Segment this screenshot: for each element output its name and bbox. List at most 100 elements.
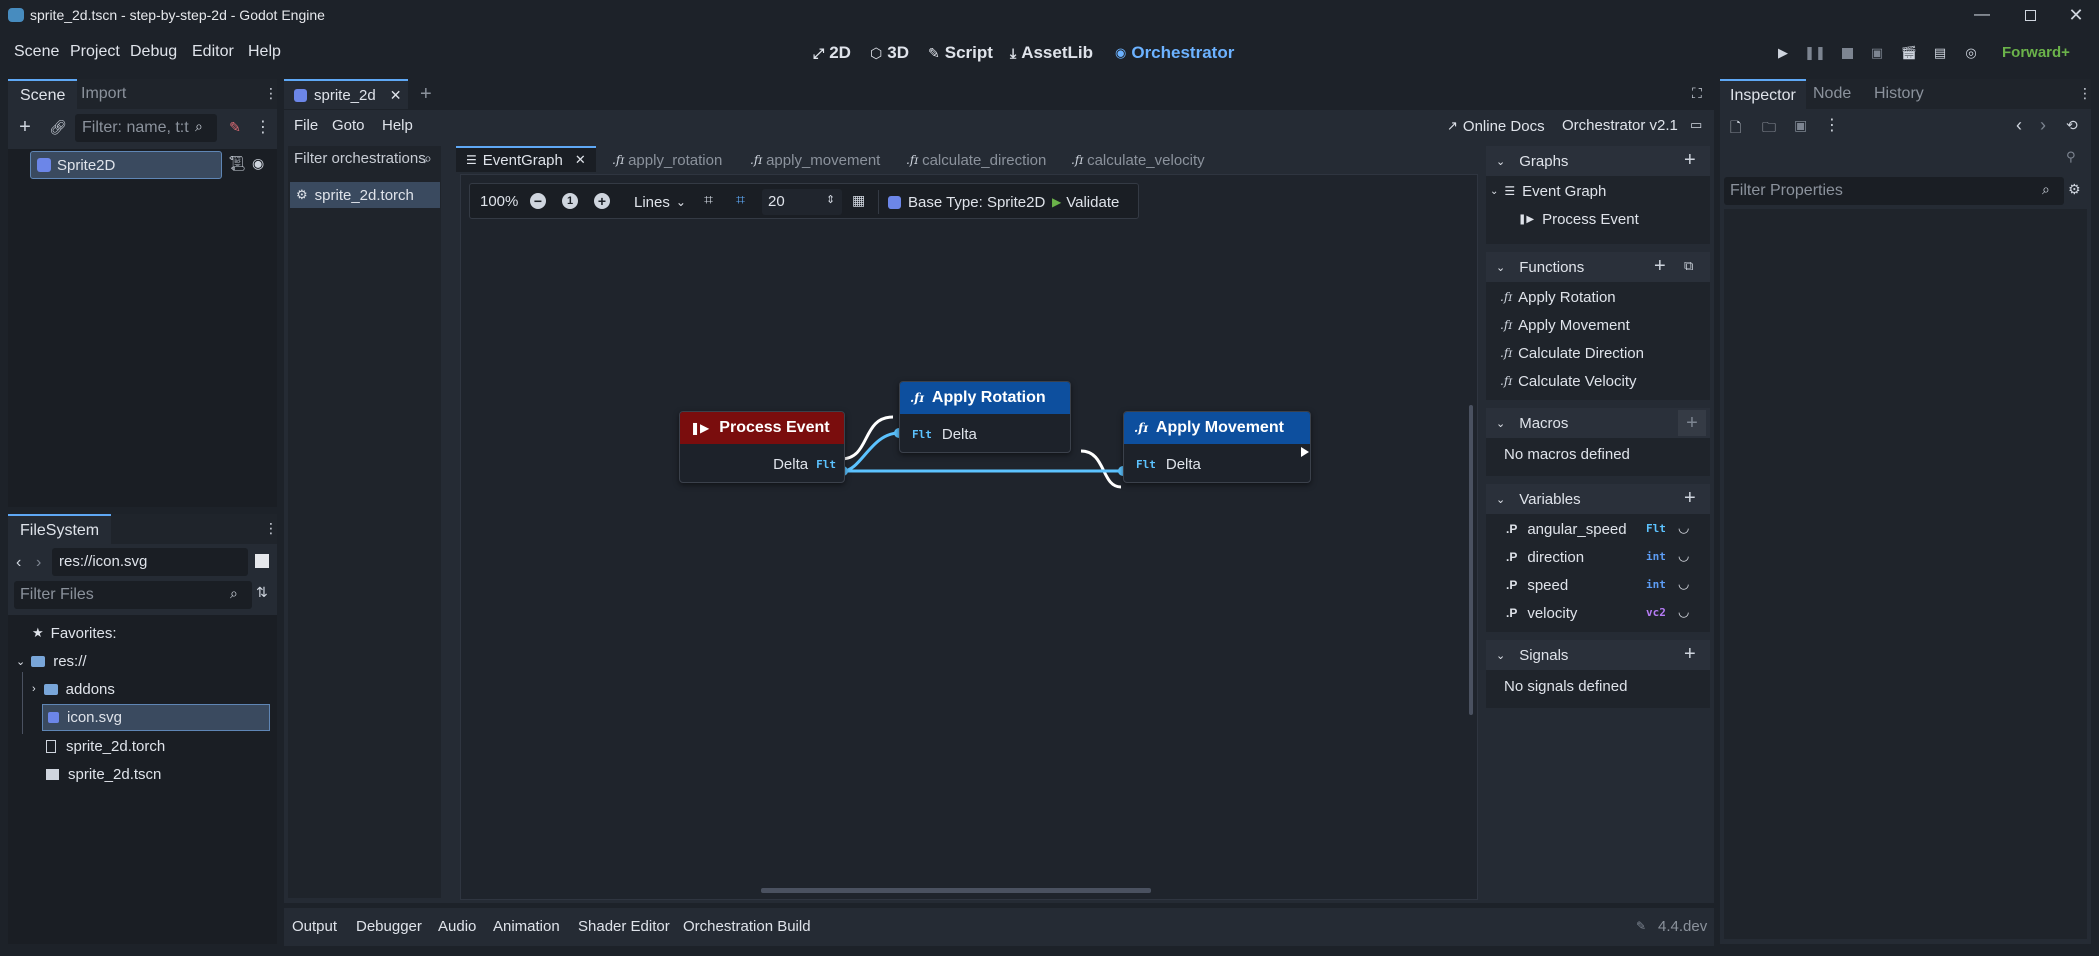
- open-folder-icon[interactable]: 🗀︎: [1762, 117, 1776, 141]
- more-options-icon[interactable]: ⋮: [1824, 115, 1840, 135]
- tab-apply-movement[interactable]: .fɪ apply_movement: [750, 150, 880, 170]
- filter-properties-input[interactable]: Filter Properties ⌕: [1724, 177, 2064, 205]
- tab-filesystem[interactable]: FileSystem: [8, 514, 112, 544]
- signals-header[interactable]: ⌄ Signals: [1486, 640, 1710, 670]
- script-attach-icon[interactable]: ✎: [224, 116, 246, 138]
- node-apply-movement[interactable]: .fɪ Apply Movement Flt Delta: [1123, 411, 1311, 483]
- link-icon[interactable]: 🔗︎: [47, 116, 69, 138]
- menu-scene[interactable]: Scene: [14, 43, 59, 61]
- workspace-3d-button[interactable]: ⬡ 3D: [870, 41, 909, 65]
- menu-project[interactable]: Project: [70, 43, 120, 61]
- path-field[interactable]: res://icon.svg: [52, 548, 248, 576]
- close-tab-icon[interactable]: ✕: [575, 152, 586, 168]
- inspector-menu-icon[interactable]: ⋮: [2078, 85, 2092, 102]
- tab-apply-rotation[interactable]: .fɪ apply_rotation: [612, 150, 722, 170]
- workspace-script-button[interactable]: ✎ Script: [928, 41, 993, 65]
- distraction-free-icon[interactable]: ⛶: [1692, 85, 1702, 102]
- orch-menu-goto[interactable]: Goto: [332, 117, 365, 134]
- node-apply-rotation[interactable]: .fɪ Apply Rotation Flt Delta: [899, 381, 1071, 453]
- movie-maker-icon[interactable]: ◎: [1961, 43, 1981, 63]
- tree-node-sprite2d[interactable]: Sprite2D: [30, 151, 222, 179]
- res-root-item[interactable]: ⌄ res://: [16, 649, 87, 673]
- filter-orchestrations-input[interactable]: Filter orchestrations ⌕: [288, 146, 441, 172]
- tab-history[interactable]: History: [1874, 85, 1924, 103]
- toggle-panel-icon[interactable]: ▭: [1690, 117, 1702, 133]
- workspace-assetlib-button[interactable]: ⤓ AssetLib: [1010, 41, 1093, 65]
- tab-calculate-direction[interactable]: .fɪ calculate_direction: [906, 150, 1046, 170]
- add-macro-button[interactable]: +: [1678, 410, 1706, 436]
- play-icon[interactable]: ▶: [1773, 43, 1793, 63]
- add-variable-button[interactable]: +: [1684, 487, 1696, 510]
- tab-scene[interactable]: Scene: [8, 79, 78, 109]
- bottom-tab-animation[interactable]: Animation: [493, 918, 560, 935]
- bottom-tab-debugger[interactable]: Debugger: [356, 918, 422, 935]
- back-icon[interactable]: ‹: [16, 554, 21, 572]
- workspace-orchestrator-button[interactable]: ◉ Orchestrator: [1115, 41, 1234, 65]
- dock-menu-icon[interactable]: ⋮: [264, 85, 278, 102]
- add-node-icon[interactable]: +: [14, 116, 36, 138]
- bottom-tab-output[interactable]: Output: [292, 918, 337, 935]
- play-custom-scene-icon[interactable]: ▤: [1930, 43, 1950, 63]
- visibility-toggle-icon[interactable]: ◡: [1678, 604, 1689, 620]
- function-item-apply-rotation[interactable]: .fɪ Apply Rotation: [1500, 286, 1616, 308]
- menu-debug[interactable]: Debug: [130, 43, 177, 61]
- file-item-tscn[interactable]: sprite_2d.tscn: [46, 762, 161, 786]
- menu-help[interactable]: Help: [248, 43, 281, 61]
- functions-header[interactable]: ⌄ Functions: [1486, 252, 1710, 282]
- visibility-toggle-icon[interactable]: ◡: [1678, 520, 1689, 536]
- variables-header[interactable]: ⌄ Variables: [1486, 484, 1710, 514]
- new-resource-icon[interactable]: 🗋︎: [1730, 117, 1741, 141]
- add-function-button[interactable]: +: [1654, 255, 1666, 278]
- sort-icon[interactable]: ⇅: [256, 584, 268, 601]
- orch-menu-help[interactable]: Help: [382, 117, 413, 134]
- file-item-icon-svg[interactable]: icon.svg: [42, 704, 270, 731]
- file-item-torch[interactable]: sprite_2d.torch: [46, 734, 165, 758]
- bottom-tab-shader-editor[interactable]: Shader Editor: [578, 918, 670, 935]
- history-forward-icon[interactable]: ›: [2040, 115, 2046, 136]
- forward-icon[interactable]: ›: [36, 554, 41, 572]
- tab-import[interactable]: Import: [81, 85, 126, 103]
- visibility-eye-icon[interactable]: ◉: [252, 155, 264, 172]
- add-scene-tab-icon[interactable]: +: [420, 83, 432, 106]
- online-docs-link[interactable]: ↗ Online Docs: [1447, 116, 1545, 136]
- object-history-icon[interactable]: ⟲: [2066, 117, 2078, 134]
- inspector-settings-icon[interactable]: ⚙: [2068, 181, 2081, 198]
- object-lock-icon[interactable]: ⚲: [2066, 149, 2076, 165]
- graph-vertical-scrollbar[interactable]: [1469, 405, 1473, 715]
- scene-tab-sprite-2d[interactable]: sprite_2d ✕: [284, 79, 408, 109]
- add-signal-button[interactable]: +: [1684, 643, 1696, 666]
- orchestration-item[interactable]: ⚙ sprite_2d.torch: [290, 182, 440, 208]
- filesystem-menu-icon[interactable]: ⋮: [264, 520, 278, 537]
- menu-editor[interactable]: Editor: [192, 43, 234, 61]
- file-item-addons[interactable]: › addons: [32, 677, 115, 701]
- function-item-calculate-direction[interactable]: .fɪ Calculate Direction: [1500, 342, 1644, 364]
- function-item-calculate-velocity[interactable]: .fɪ Calculate Velocity: [1500, 370, 1637, 392]
- stop-icon[interactable]: [1837, 43, 1857, 63]
- workspace-2d-button[interactable]: ⤢ 2D: [813, 41, 851, 65]
- visibility-toggle-icon[interactable]: ◡: [1678, 548, 1689, 564]
- layout-toggle-icon[interactable]: [255, 554, 269, 568]
- close-button[interactable]: ✕: [2064, 3, 2088, 27]
- pause-icon[interactable]: ❚❚: [1804, 43, 1826, 63]
- renderer-selector[interactable]: Forward+: [2002, 44, 2070, 61]
- filter-files-input[interactable]: Filter Files ⌕: [14, 581, 252, 609]
- tab-eventgraph[interactable]: ☰ EventGraph ✕: [456, 146, 596, 172]
- favorites-item[interactable]: ★ Favorites:: [32, 621, 117, 645]
- save-icon[interactable]: ▣: [1794, 117, 1807, 134]
- scene-filter-input[interactable]: Filter: name, t:t ⌕: [75, 114, 217, 142]
- tab-inspector[interactable]: Inspector: [1720, 79, 1806, 109]
- bottom-tab-audio[interactable]: Audio: [438, 918, 476, 935]
- orch-menu-file[interactable]: File: [294, 117, 318, 134]
- add-graph-button[interactable]: +: [1684, 149, 1696, 172]
- macros-header[interactable]: ⌄ Macros: [1486, 408, 1710, 438]
- graphs-header[interactable]: ⌄ Graphs: [1486, 146, 1710, 176]
- visibility-toggle-icon[interactable]: ◡: [1678, 576, 1689, 592]
- tab-node[interactable]: Node: [1813, 85, 1851, 103]
- graph-item-process-event[interactable]: ❚▶ Process Event: [1518, 208, 1639, 230]
- graph-canvas[interactable]: 100% − 1 + Lines ⌄ ⌗ ⌗ 20 ⇕ ▦ Base Type:…: [460, 174, 1478, 900]
- exec-out-arrow-icon[interactable]: [1301, 447, 1309, 457]
- play-scene-icon[interactable]: 🎬︎: [1899, 43, 1919, 63]
- bottom-tab-orchestration-build[interactable]: Orchestration Build: [683, 918, 811, 935]
- tab-calculate-velocity[interactable]: .fɪ calculate_velocity: [1071, 150, 1205, 170]
- node-script-icon[interactable]: 📜︎: [228, 155, 246, 172]
